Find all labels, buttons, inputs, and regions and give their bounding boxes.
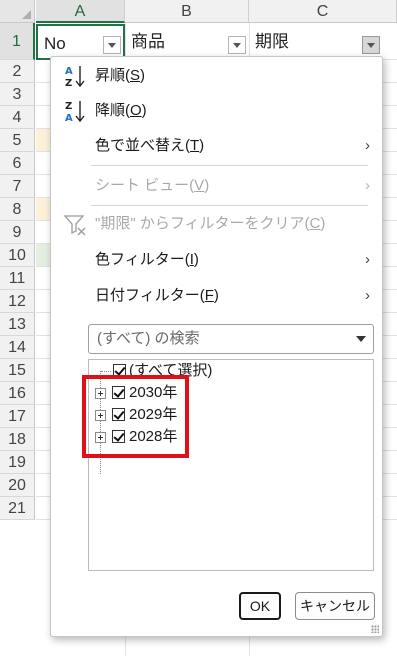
cell-c1-text: 期限 <box>255 32 289 51</box>
row-header[interactable]: 17 <box>0 405 35 428</box>
sort-by-color-item[interactable]: 色で並べ替え(T) › <box>51 129 382 163</box>
sheet-view-item: シート ビュー(V) › <box>51 169 382 203</box>
row-header[interactable]: 4 <box>0 106 35 129</box>
color-filter-label-end: ) <box>193 251 199 268</box>
sort-descending-label-end: ) <box>141 102 147 119</box>
row-header[interactable]: 16 <box>0 382 35 405</box>
color-filter-text: 色フィルター(I) <box>95 243 199 277</box>
row-header[interactable]: 11 <box>0 267 35 290</box>
sort-ascending-accesskey: S <box>130 67 141 84</box>
highlight-annotation-box <box>82 375 189 458</box>
column-header-c[interactable]: C <box>249 0 397 23</box>
row-header[interactable]: 19 <box>0 451 35 474</box>
cell-a1-text: No <box>44 34 66 53</box>
filter-dropdown-a[interactable] <box>103 36 121 54</box>
sort-descending-icon: Z A <box>65 101 85 124</box>
row-header[interactable]: 20 <box>0 474 35 497</box>
svg-text:Z: Z <box>65 78 72 89</box>
row-header[interactable]: 15 <box>0 359 35 382</box>
chevron-right-icon: › <box>365 287 370 304</box>
sort-descending-accesskey: O <box>130 102 142 119</box>
date-filter-label-end: ) <box>213 287 219 304</box>
row-highlight-fill <box>36 198 50 220</box>
sort-ascending-label: 昇順( <box>95 67 130 84</box>
svg-text:A: A <box>65 66 73 77</box>
menu-divider <box>91 205 368 206</box>
row-highlight-fill <box>36 129 50 151</box>
svg-text:A: A <box>65 113 73 124</box>
chevron-right-icon: › <box>365 137 370 154</box>
row-highlight-fill <box>36 244 50 266</box>
clear-filter-label: "期限" からフィルターをクリア( <box>95 215 310 232</box>
date-filter-text: 日付フィルター(F) <box>95 279 219 313</box>
date-filter-accesskey: F <box>204 287 214 304</box>
sheet-view-label: シート ビュー( <box>95 177 195 194</box>
ok-button[interactable]: OK <box>239 592 281 620</box>
row-header[interactable]: 14 <box>0 336 35 359</box>
row-header[interactable]: 12 <box>0 290 35 313</box>
row-header[interactable]: 21 <box>0 497 35 520</box>
date-filter-item[interactable]: 日付フィルター(F) › <box>51 279 382 313</box>
sort-ascending-item[interactable]: A Z 昇順(S) <box>51 59 382 93</box>
row-header[interactable]: 10 <box>0 244 35 267</box>
sort-by-color-label-end: ) <box>199 137 205 154</box>
row-header[interactable]: 3 <box>0 83 35 106</box>
column-header-b[interactable]: B <box>125 0 249 23</box>
sheet-view-text: シート ビュー(V) <box>95 169 209 203</box>
cancel-button[interactable]: キャンセル <box>295 592 375 620</box>
sort-ascending-text: 昇順(S) <box>95 59 145 93</box>
resize-grip-icon[interactable] <box>371 625 379 633</box>
filter-search-box[interactable]: (すべて) の検索 <box>88 324 374 354</box>
chevron-right-icon: › <box>365 251 370 268</box>
select-all-corner[interactable] <box>0 0 35 23</box>
row-header[interactable]: 18 <box>0 428 35 451</box>
sort-by-color-accesskey: T <box>190 137 200 154</box>
sort-ascending-icon: A Z <box>65 66 85 89</box>
sort-descending-label: 降順( <box>95 102 130 119</box>
menu-divider <box>91 165 368 166</box>
sort-descending-item[interactable]: Z A 降順(O) <box>51 94 382 128</box>
sort-by-color-label: 色で並べ替え( <box>95 137 190 154</box>
sort-ascending-label-end: ) <box>140 67 146 84</box>
row-header[interactable]: 9 <box>0 221 35 244</box>
column-header-a[interactable]: A <box>36 0 125 23</box>
clear-filter-accesskey: C <box>309 215 321 232</box>
filter-dropdown-c[interactable] <box>362 36 380 54</box>
date-filter-label: 日付フィルター( <box>95 287 205 304</box>
sheet-view-accesskey: V <box>194 177 205 194</box>
chevron-right-icon: › <box>365 177 370 194</box>
row-header[interactable]: 8 <box>0 198 35 221</box>
color-filter-item[interactable]: 色フィルター(I) › <box>51 243 382 277</box>
svg-text:Z: Z <box>65 101 72 112</box>
row-header[interactable]: 5 <box>0 129 35 152</box>
color-filter-label: 色フィルター( <box>95 251 190 268</box>
clear-filter-label-end: ) <box>320 215 326 232</box>
clear-filter-item: "期限" からフィルターをクリア(C) <box>51 207 382 241</box>
clear-filter-icon <box>63 215 86 236</box>
sort-by-color-text: 色で並べ替え(T) <box>95 129 204 163</box>
cell-b1-text: 商品 <box>131 32 165 51</box>
row-header[interactable]: 7 <box>0 175 35 198</box>
row-header[interactable]: 13 <box>0 313 35 336</box>
chevron-down-icon[interactable] <box>356 336 366 342</box>
sheet-view-label-end: ) <box>204 177 210 194</box>
row-header[interactable]: 1 <box>0 23 35 60</box>
clear-filter-text: "期限" からフィルターをクリア(C) <box>95 207 325 241</box>
filter-dropdown-b[interactable] <box>228 36 246 54</box>
sort-descending-text: 降順(O) <box>95 94 147 128</box>
row-header[interactable]: 6 <box>0 152 35 175</box>
tree-connector <box>101 371 111 372</box>
autofilter-menu: A Z 昇順(S) Z A 降順(O) 色で並べ替え(T) › シート ビュー(… <box>50 56 383 637</box>
row-header[interactable]: 2 <box>0 60 35 83</box>
filter-search-placeholder: (すべて) の検索 <box>97 330 200 347</box>
